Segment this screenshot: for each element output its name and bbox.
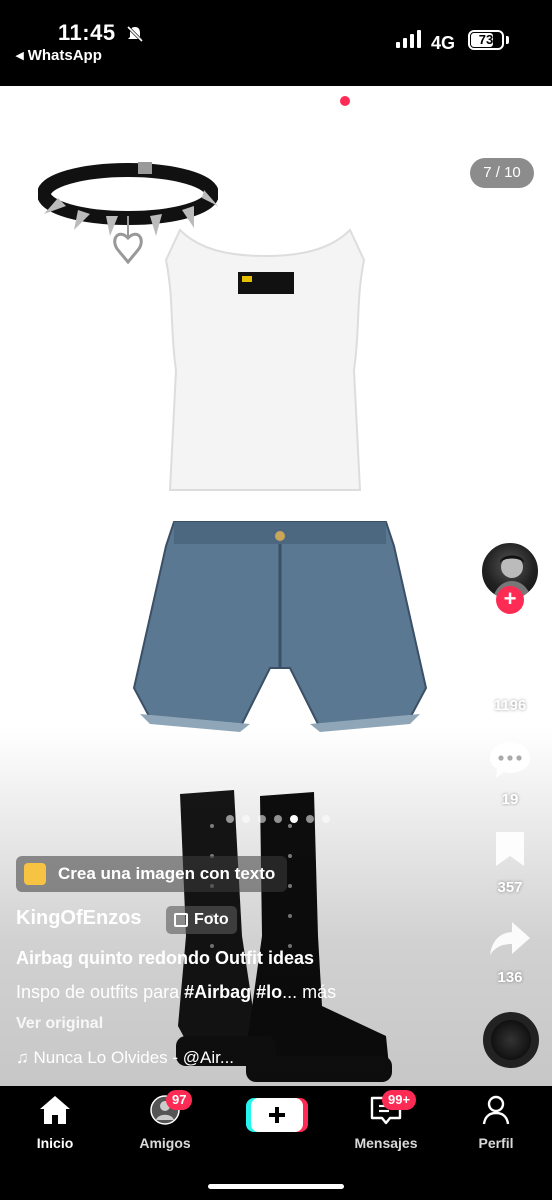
- share-count: 136: [497, 969, 523, 986]
- description-hashtags[interactable]: #Airbag #lo: [184, 982, 282, 1002]
- create-image-with-text-chip[interactable]: Crea una imagen con texto: [16, 856, 288, 892]
- carousel-dots: [226, 815, 336, 825]
- save-count: 357: [497, 879, 523, 896]
- photo-page-indicator: 7 / 10: [470, 158, 534, 188]
- view-original-link[interactable]: Ver original: [16, 1015, 103, 1033]
- create-button[interactable]: [246, 1098, 308, 1132]
- nav-perfil[interactable]: Perfil: [446, 1094, 546, 1151]
- battery-level: 73: [478, 32, 494, 47]
- nav-inicio-label: Inicio: [36, 1135, 74, 1151]
- bottom-navigation: Inicio Amigos 97 Mensajes 99+ Perfil: [0, 1086, 552, 1200]
- friends-badge: 97: [166, 1090, 193, 1110]
- signal-icon: [396, 30, 422, 48]
- share-arrow-icon: [490, 922, 530, 955]
- nav-inicio[interactable]: Inicio: [5, 1094, 105, 1151]
- messages-badge: 99+: [382, 1090, 417, 1110]
- nav-mensajes-label: Mensajes: [354, 1135, 418, 1151]
- post-type-label: Foto: [194, 911, 229, 928]
- like-count: 1196: [493, 697, 527, 714]
- comment-bubble-icon: [490, 742, 530, 778]
- description-text: Inspo de outfits para: [16, 982, 185, 1002]
- photo-icon: [174, 913, 188, 927]
- post-type-badge: Foto: [166, 906, 237, 934]
- profile-icon: [482, 1095, 510, 1125]
- post-image[interactable]: [0, 86, 552, 1086]
- chip-label: Crea una imagen con texto: [58, 864, 276, 883]
- music-disc-icon[interactable]: [483, 1012, 539, 1068]
- tank-top-image: [164, 228, 366, 491]
- see-more-link[interactable]: ... más: [282, 982, 336, 1002]
- nav-amigos-label: Amigos: [139, 1135, 191, 1151]
- muted-bell-icon: [126, 25, 144, 43]
- tab-siguiendo[interactable]: Siguiendo: [232, 100, 334, 124]
- author-name[interactable]: KingOfEnzos: [16, 907, 142, 930]
- search-icon[interactable]: [498, 100, 528, 130]
- bookmark-icon: [496, 832, 524, 866]
- live-tv-icon[interactable]: LIVE: [22, 100, 56, 130]
- status-time: 11:45: [58, 20, 116, 45]
- home-indicator: [208, 1184, 344, 1189]
- post-description: Inspo de outfits para #Airbag #lo... más: [16, 982, 336, 1003]
- active-tab-indicator: [386, 142, 418, 145]
- heart-icon: [490, 647, 530, 684]
- battery-icon: 73: [468, 30, 504, 50]
- network-type: 4G: [431, 33, 456, 53]
- denim-shorts-image: [132, 521, 428, 732]
- nav-perfil-label: Perfil: [478, 1135, 514, 1151]
- comment-count: 19: [501, 791, 519, 808]
- save-button[interactable]: 357: [480, 830, 540, 896]
- share-button[interactable]: 136: [480, 920, 540, 986]
- post-title: Airbag quinto redondo Outfit ideas: [16, 948, 314, 968]
- home-icon: [40, 1096, 70, 1124]
- nav-amigos[interactable]: Amigos: [115, 1094, 215, 1151]
- like-button[interactable]: 1196: [480, 646, 540, 714]
- new-content-dot: [340, 96, 350, 106]
- svg-text:LIVE: LIVE: [28, 114, 51, 125]
- top-navigation: LIVE Explorar Siguiendo Para ti: [0, 86, 552, 146]
- comment-button[interactable]: 19: [480, 740, 540, 808]
- follow-button[interactable]: +: [496, 586, 524, 614]
- magic-wand-icon: [24, 863, 46, 885]
- tab-para-ti[interactable]: Para ti: [366, 100, 430, 124]
- back-to-app-link[interactable]: ◂ WhatsApp: [16, 46, 102, 64]
- tab-explorar[interactable]: Explorar: [114, 100, 199, 124]
- music-track-link[interactable]: ♫ Nunca Lo Olvides - @Air...: [16, 1048, 234, 1068]
- status-bar: 11:45 ◂ WhatsApp 4G 73: [0, 0, 552, 86]
